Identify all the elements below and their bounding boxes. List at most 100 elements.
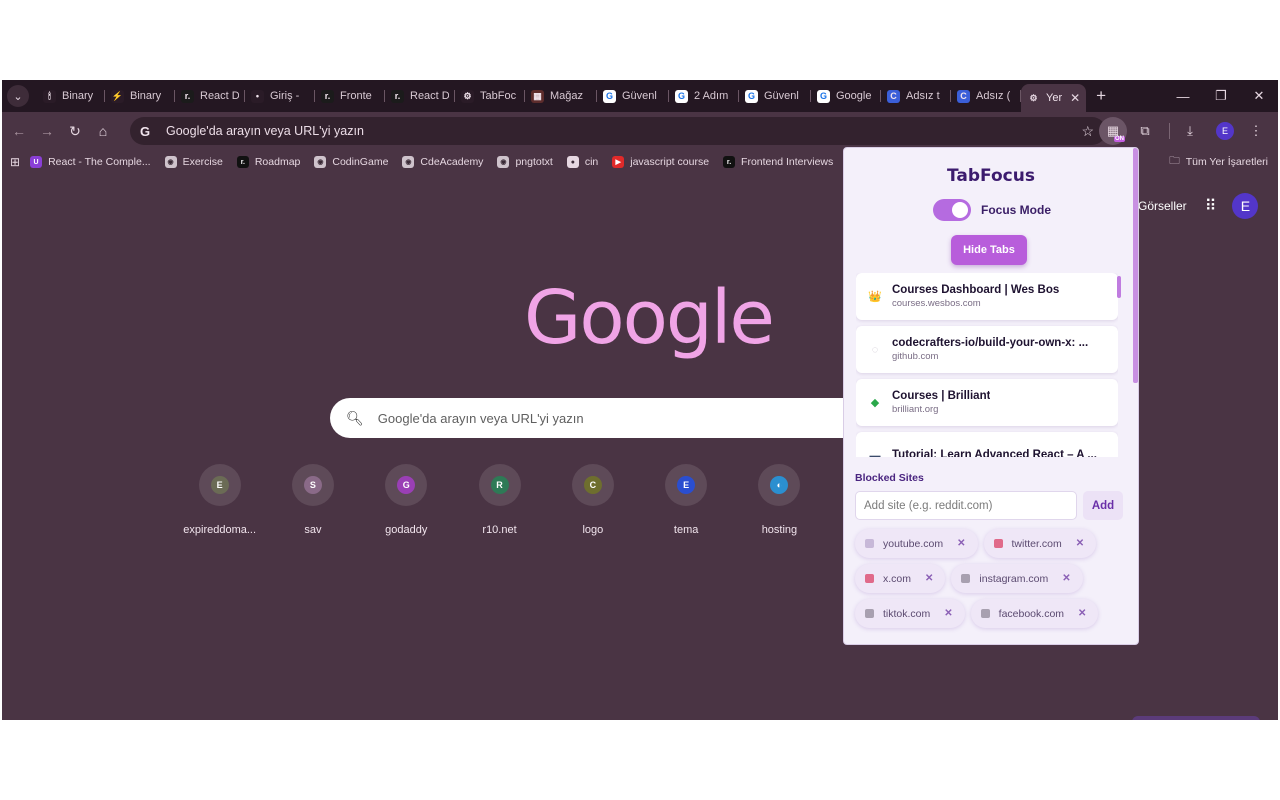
- blocked-site-domain: x.com: [883, 572, 912, 585]
- close-window-button[interactable]: ✕: [1240, 80, 1278, 112]
- tab-card-title: Courses Dashboard | Wes Bos: [892, 284, 1060, 296]
- toolbar: ← → ↻ ⌂ G Google'da arayın veya URL'yi y…: [2, 112, 1278, 150]
- tabfocus-extension-icon[interactable]: ▦ ON: [1099, 117, 1127, 145]
- shortcut-label: godaddy: [385, 524, 428, 536]
- shortcut-tile[interactable]: Clogo: [546, 464, 639, 536]
- bookmark-favicon-icon: ◉: [402, 156, 415, 168]
- shortcut-tile[interactable]: Ssav: [266, 464, 359, 536]
- toolbar-divider: [1169, 123, 1170, 139]
- focus-mode-toggle[interactable]: [933, 199, 971, 221]
- tab-favicon-icon: r.: [321, 89, 334, 103]
- tab-card[interactable]: ▬ Tutorial: Learn Advanced React – A ...: [856, 432, 1118, 457]
- tab[interactable]: 🕯 Binary: [37, 84, 105, 108]
- shortcut-tile[interactable]: ◐ hosting: [733, 464, 826, 536]
- shortcut-tile[interactable]: Etema: [639, 464, 732, 536]
- tab[interactable]: ⚙ TabFoc: [455, 84, 525, 108]
- shortcut-favicon-icon: E: [210, 476, 229, 494]
- tab-favicon-icon: ⚙: [461, 89, 474, 103]
- shortcut-label: r10.net: [482, 524, 517, 536]
- tab-card-list: 👑 Courses Dashboard | Wes Bos courses.wesb…: [856, 273, 1118, 457]
- tab-list-scrollbar[interactable]: [1117, 276, 1121, 298]
- tab[interactable]: C Adsız (: [951, 84, 1021, 108]
- tab-card-url: courses.wesbos.com: [892, 298, 981, 309]
- hide-tabs-button[interactable]: Hide Tabs: [951, 235, 1027, 265]
- home-icon[interactable]: ⌂: [89, 117, 117, 145]
- tab[interactable]: G Güvenl: [739, 84, 811, 108]
- minimize-button[interactable]: —: [1164, 80, 1202, 112]
- extensions-puzzle-icon[interactable]: ⧉: [1131, 117, 1159, 145]
- menu-kebab-icon[interactable]: ⋮: [1242, 117, 1270, 145]
- profile-avatar[interactable]: E: [1216, 122, 1234, 140]
- tab[interactable]: ▦ Mağaz: [525, 84, 597, 108]
- remove-site-icon[interactable]: ✕: [925, 573, 933, 584]
- bookmark-item[interactable]: ◉ CdeAcademy: [402, 156, 483, 168]
- blocked-site-chip: x.com ✕: [855, 564, 946, 593]
- shortcut-label: tema: [673, 524, 699, 536]
- address-bar[interactable]: G Google'da arayın veya URL'yi yazın ☆: [130, 117, 1106, 145]
- tab-card-text: Courses Dashboard | Wes Bos courses.wesbo…: [892, 284, 1059, 309]
- tab[interactable]: G Google: [811, 84, 881, 108]
- bookmark-item[interactable]: ◉ pngtotxt: [497, 156, 553, 168]
- shortcut-circle: S: [291, 464, 334, 506]
- shortcut-label: expireddoma...: [183, 524, 257, 536]
- tab[interactable]: r. Fronte: [315, 84, 385, 108]
- tab-card[interactable]: ◌ codecrafters-io/build-your-own-x: ... gi…: [856, 326, 1118, 373]
- tab[interactable]: • Giriş -: [245, 84, 315, 108]
- add-site-button[interactable]: Add: [1083, 491, 1123, 520]
- bookmark-item[interactable]: ◉ CodinGame: [314, 156, 388, 168]
- tab-card[interactable]: 👑 Courses Dashboard | Wes Bos courses.wesb…: [856, 273, 1118, 320]
- bookmark-star-icon[interactable]: ☆: [1081, 123, 1094, 140]
- remove-site-icon[interactable]: ✕: [1076, 538, 1084, 549]
- back-arrow-icon[interactable]: ←: [5, 117, 33, 145]
- bookmark-label: Roadmap: [254, 156, 301, 168]
- remove-site-icon[interactable]: ✕: [957, 538, 965, 549]
- remove-site-icon[interactable]: ✕: [944, 608, 952, 619]
- images-link[interactable]: Görseller: [1138, 199, 1187, 213]
- shortcut-circle: E: [198, 464, 241, 506]
- tab[interactable]: r. React D: [175, 84, 245, 108]
- tab[interactable]: ⚡ Binary: [105, 84, 175, 108]
- popup-scrollbar[interactable]: [1133, 148, 1138, 383]
- tab-close-icon[interactable]: ✕: [1070, 91, 1080, 105]
- tab-favicon-icon: G: [745, 89, 758, 103]
- remove-site-icon[interactable]: ✕: [1062, 573, 1070, 584]
- shortcut-tile[interactable]: Eexpireddoma...: [173, 464, 266, 536]
- bookmark-favicon-icon: ◉: [497, 156, 510, 168]
- tab[interactable]: C Adsız t: [881, 84, 951, 108]
- customize-chrome-button[interactable]: [1132, 716, 1260, 720]
- tab-favicon-icon: G: [817, 89, 830, 103]
- tab-card[interactable]: ◆ Courses | Brilliant brilliant.org: [856, 379, 1118, 426]
- bookmark-item[interactable]: ▶ javascript course: [612, 156, 709, 168]
- restore-button[interactable]: ❐: [1202, 80, 1240, 112]
- tab-label: Binary: [62, 90, 94, 102]
- download-icon[interactable]: ⤓: [1176, 117, 1204, 145]
- bookmark-item[interactable]: ◉ Exercise: [164, 156, 223, 168]
- shortcut-favicon-icon: G: [397, 476, 416, 494]
- forward-arrow-icon[interactable]: →: [33, 117, 61, 145]
- google-apps-icon[interactable]: ⠿: [1205, 196, 1217, 216]
- tab-card-url: github.com: [892, 351, 939, 362]
- bookmark-item[interactable]: U React - The Comple...: [30, 156, 151, 168]
- tab-card-favicon-icon: ◌: [871, 343, 879, 356]
- remove-site-icon[interactable]: ✕: [1078, 608, 1086, 619]
- add-site-input[interactable]: [855, 491, 1077, 520]
- tab[interactable]: r. React D: [385, 84, 455, 108]
- blocked-site-domain: facebook.com: [998, 607, 1065, 620]
- bookmark-item[interactable]: r. Roadmap: [236, 156, 301, 168]
- reload-icon[interactable]: ↻: [61, 117, 89, 145]
- tab[interactable]: G Güvenl: [597, 84, 669, 108]
- apps-grid-icon[interactable]: ⊞: [10, 155, 20, 169]
- bookmark-label: Frontend Interviews: [741, 156, 834, 168]
- shortcut-tile[interactable]: Rr10.net: [453, 464, 546, 536]
- tab-search-chevron-icon[interactable]: ⌄: [7, 85, 29, 107]
- shortcut-favicon-icon: S: [303, 476, 322, 494]
- window-controls: — ❐ ✕: [1164, 80, 1278, 112]
- account-avatar[interactable]: E: [1232, 193, 1259, 219]
- tab-active[interactable]: ⚙ Yer ✕: [1021, 84, 1087, 112]
- new-tab-button[interactable]: +: [1096, 86, 1106, 106]
- tab[interactable]: G 2 Adım: [669, 84, 739, 108]
- shortcut-tile[interactable]: Ggodaddy: [360, 464, 453, 536]
- bookmark-item[interactable]: ● cin: [566, 156, 598, 168]
- all-bookmarks[interactable]: 🗀 Tüm Yer İşaretleri: [1169, 150, 1268, 174]
- bookmark-item[interactable]: r. Frontend Interviews: [723, 156, 833, 168]
